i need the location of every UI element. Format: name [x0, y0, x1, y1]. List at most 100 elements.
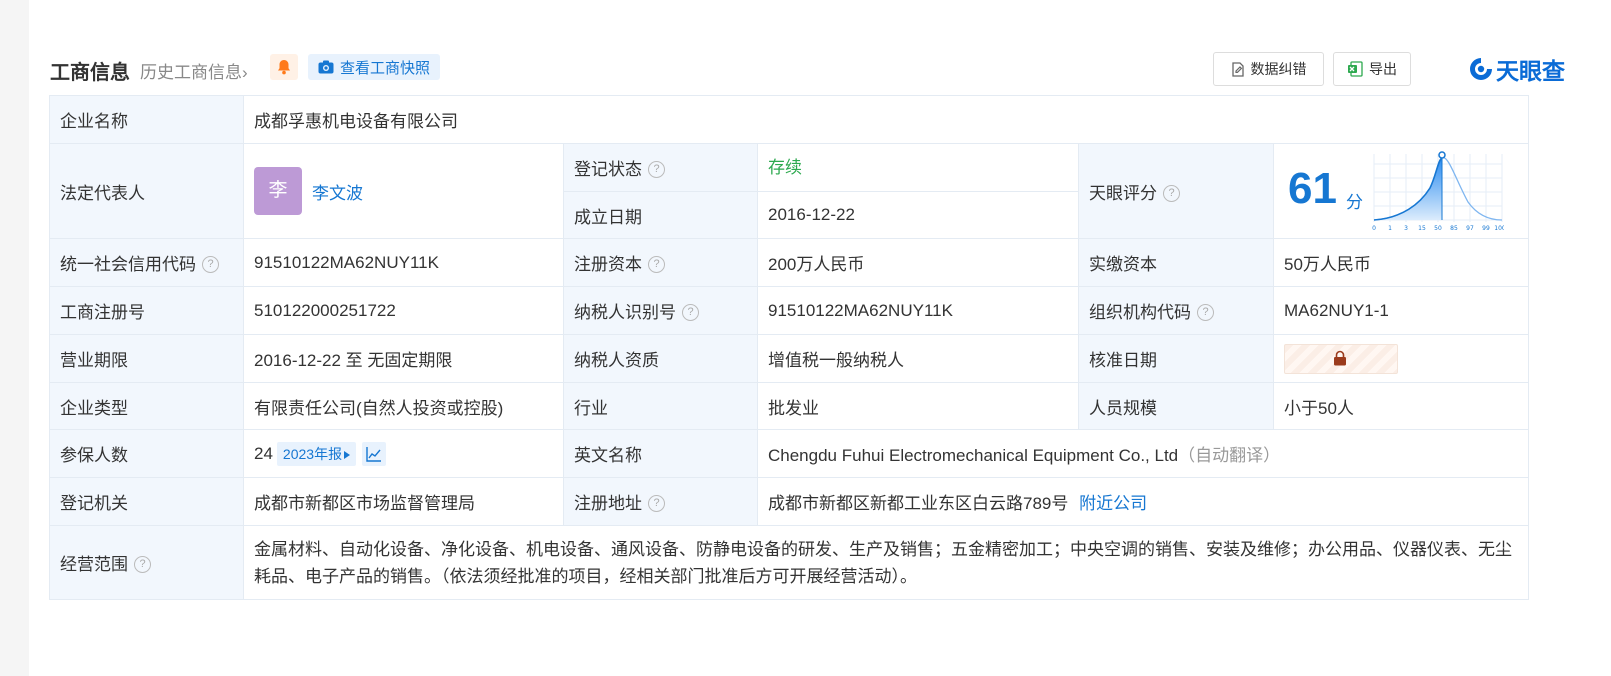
- score-label-cell: 天眼评分?: [1078, 143, 1274, 239]
- staff-size: 小于50人: [1273, 382, 1529, 430]
- correct-data-button[interactable]: 数据纠错: [1213, 52, 1324, 86]
- org-code-label: 组织机构代码: [1089, 303, 1191, 322]
- question-icon[interactable]: ?: [682, 304, 699, 322]
- question-icon[interactable]: ?: [1163, 184, 1180, 202]
- en-name-cell: Chengdu Fuhui Electromechanical Equipmen…: [757, 429, 1529, 478]
- scope-label: 经营范围: [60, 555, 128, 574]
- business-info-table: 企业名称 成都孚惠机电设备有限公司 法定代表人 李李文波 登记状态? 存续 天眼…: [49, 95, 1529, 600]
- play-arrow-icon: [344, 450, 351, 459]
- approve-date-cell: [1273, 334, 1529, 383]
- tianyancha-logo: 天眼查: [1468, 52, 1565, 86]
- insured-label: 参保人数: [49, 429, 244, 478]
- question-icon[interactable]: ?: [648, 256, 665, 274]
- taxpayer-id: 91510122MA62NUY11K: [757, 286, 1079, 335]
- annual-report-tag[interactable]: 2023年报: [276, 441, 357, 466]
- score-cell[interactable]: 61 分 0 1 3 15 50 85 97 99 100: [1273, 143, 1529, 239]
- chart-tick-label: 100: [1494, 225, 1504, 232]
- company-name-label: 企业名称: [49, 95, 244, 144]
- table-row: 登记机关 成都市新都区市场监督管理局 注册地址? 成都市新都区新都工业东区白云路…: [49, 477, 1529, 526]
- est-date-label: 成立日期: [563, 191, 758, 239]
- authority-label: 登记机关: [49, 477, 244, 526]
- reg-status: 存续: [757, 143, 1079, 192]
- legal-rep-name[interactable]: 李文波: [312, 184, 363, 203]
- question-icon[interactable]: ?: [134, 556, 151, 574]
- trend-chart-icon: [366, 446, 382, 462]
- reg-capital: 200万人民币: [757, 238, 1079, 287]
- chart-tick-label: 15: [1418, 225, 1426, 232]
- excel-icon: [1348, 61, 1363, 77]
- bell-icon[interactable]: [270, 54, 298, 80]
- authority: 成都市新都区市场监督管理局: [243, 477, 564, 526]
- insured-count: 24: [254, 443, 273, 463]
- chart-tick-label: 0: [1372, 225, 1376, 232]
- address-label-cell: 注册地址?: [563, 477, 758, 526]
- nearby-companies-link[interactable]: 附近公司: [1079, 494, 1147, 513]
- history-link-label: 历史工商信息: [140, 63, 242, 82]
- company-type-label: 企业类型: [49, 382, 244, 430]
- snapshot-button[interactable]: 查看工商快照: [308, 54, 441, 80]
- export-label: 导出: [1369, 61, 1397, 77]
- trend-chart-button[interactable]: [362, 441, 387, 466]
- reg-status-label: 登记状态: [574, 160, 642, 179]
- company-name: 成都孚惠机电设备有限公司: [243, 95, 1529, 144]
- camera-icon: [318, 60, 334, 74]
- logo-text: 天眼查: [1496, 58, 1565, 84]
- credit-code: 91510122MA62NUY11K: [243, 238, 564, 287]
- chart-tick-label: 99: [1482, 225, 1490, 232]
- reg-status-label-cell: 登记状态?: [563, 143, 758, 192]
- org-code: MA62NUY1-1: [1273, 286, 1529, 335]
- table-row: 企业类型 有限责任公司(自然人投资或控股) 行业 批发业 人员规模 小于50人: [49, 382, 1529, 430]
- taxpayer-qual-label: 纳税人资质: [563, 334, 758, 383]
- table-row: 法定代表人 李李文波 登记状态? 存续 天眼评分? 61 分 0 1 3 15 …: [49, 143, 1529, 239]
- industry-label: 行业: [563, 382, 758, 430]
- question-icon[interactable]: ?: [648, 161, 665, 179]
- chart-tick-label: 3: [1404, 225, 1408, 232]
- term: 2016-12-22 至 无固定期限: [243, 334, 564, 383]
- export-button[interactable]: 导出: [1333, 52, 1411, 86]
- paid-capital: 50万人民币: [1273, 238, 1529, 287]
- question-icon[interactable]: ?: [1197, 304, 1214, 322]
- chart-tick-label: 50: [1434, 225, 1442, 232]
- approve-date-label: 核准日期: [1078, 334, 1274, 383]
- history-link[interactable]: 历史工商信息›: [140, 58, 248, 83]
- chevron-right-icon: ›: [242, 63, 248, 82]
- biz-reg-no-label: 工商注册号: [49, 286, 244, 335]
- reg-capital-label-cell: 注册资本?: [563, 238, 758, 287]
- legal-rep-cell: 李李文波: [243, 143, 564, 239]
- table-row: 营业期限 2016-12-22 至 无固定期限 纳税人资质 增值税一般纳税人 核…: [49, 334, 1529, 383]
- score-distribution-chart: 0 1 3 15 50 85 97 99 100: [1372, 151, 1504, 232]
- section-title: 工商信息: [50, 62, 130, 84]
- industry: 批发业: [757, 382, 1079, 430]
- insured-cell: 24 2023年报: [243, 429, 564, 478]
- table-row: 企业名称 成都孚惠机电设备有限公司: [49, 95, 1529, 144]
- org-code-label-cell: 组织机构代码?: [1078, 286, 1274, 335]
- term-label: 营业期限: [49, 334, 244, 383]
- avatar[interactable]: 李: [254, 167, 302, 215]
- biz-reg-no: 510122000251722: [243, 286, 564, 335]
- legal-rep-label: 法定代表人: [49, 143, 244, 239]
- taxpayer-id-label-cell: 纳税人识别号?: [563, 286, 758, 335]
- chart-tick-label: 1: [1388, 225, 1392, 232]
- company-type: 有限责任公司(自然人投资或控股): [243, 382, 564, 430]
- address-cell: 成都市新都区新都工业东区白云路789号 附近公司: [757, 477, 1529, 526]
- table-row: 工商注册号 510122000251722 纳税人识别号? 91510122MA…: [49, 286, 1529, 335]
- question-icon[interactable]: ?: [648, 495, 665, 513]
- question-icon[interactable]: ?: [202, 256, 219, 274]
- score-value: 61: [1288, 164, 1337, 213]
- est-date: 2016-12-22: [757, 191, 1079, 239]
- score-unit: 分: [1346, 193, 1363, 212]
- annual-report-label: 2023年报: [282, 445, 343, 462]
- table-row: 参保人数 24 2023年报 英文名称 Chengdu Fuhui Electro…: [49, 429, 1529, 478]
- en-name-label: 英文名称: [563, 429, 758, 478]
- credit-code-label-cell: 统一社会信用代码?: [49, 238, 244, 287]
- paid-capital-label: 实缴资本: [1078, 238, 1274, 287]
- status-badge: 存续: [768, 158, 802, 177]
- lock-icon: [1334, 350, 1346, 365]
- edit-document-icon: [1231, 61, 1244, 77]
- taxpayer-id-label: 纳税人识别号: [574, 303, 676, 322]
- taxpayer-qual: 增值税一般纳税人: [757, 334, 1079, 383]
- tianyancha-logo-icon: [1470, 58, 1492, 80]
- locked-value[interactable]: [1284, 343, 1398, 374]
- chart-tick-label: 97: [1466, 225, 1474, 232]
- business-scope: 金属材料、自动化设备、净化设备、机电设备、通风设备、防静电设备的研发、生产及销售…: [243, 525, 1529, 600]
